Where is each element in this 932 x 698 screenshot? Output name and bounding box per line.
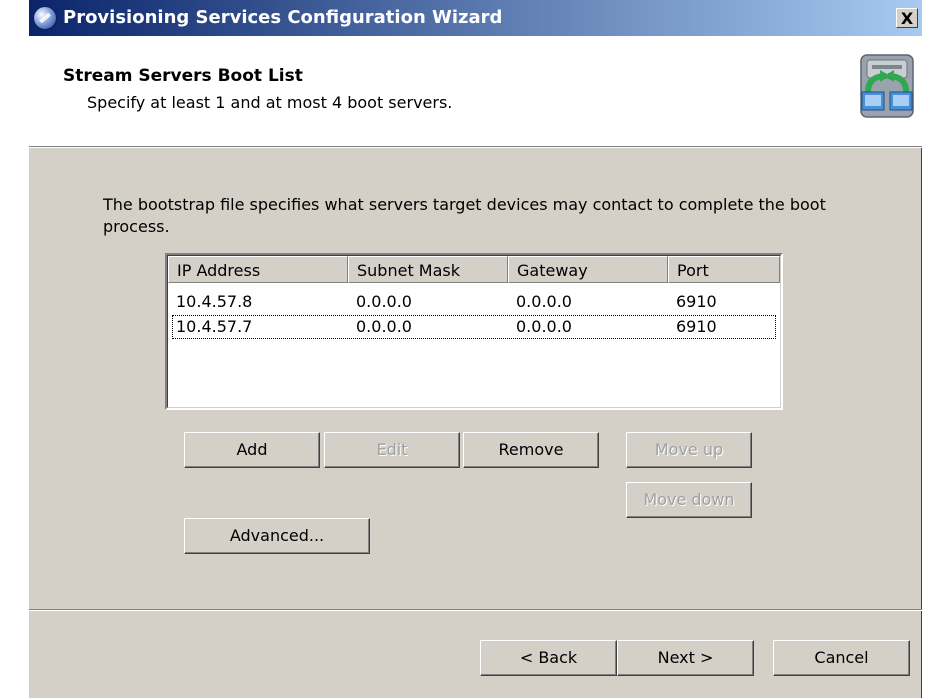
cell-port: 6910 (676, 317, 717, 336)
wizard-header: Stream Servers Boot List Specify at leas… (29, 36, 922, 147)
column-header-subnet-mask[interactable]: Subnet Mask (348, 256, 508, 283)
advanced-button[interactable]: Advanced... (184, 518, 370, 554)
page-title: Stream Servers Boot List (63, 66, 303, 86)
cell-port: 6910 (676, 292, 717, 311)
cell-subnet-mask: 0.0.0.0 (356, 292, 412, 311)
table-row[interactable]: 10.4.57.7 0.0.0.0 0.0.0.0 6910 (172, 315, 776, 339)
page-subtitle: Specify at least 1 and at most 4 boot se… (87, 93, 453, 112)
boot-servers-list[interactable]: IP Address Subnet Mask Gateway Port 10.4… (165, 253, 783, 410)
table-row[interactable]: 10.4.57.8 0.0.0.0 0.0.0.0 6910 (172, 290, 776, 314)
cell-gateway: 0.0.0.0 (516, 317, 572, 336)
cell-gateway: 0.0.0.0 (516, 292, 572, 311)
cell-ip-address: 10.4.57.7 (176, 317, 253, 336)
wizard-window: Provisioning Services Configuration Wiza… (28, 0, 922, 698)
edit-button[interactable]: Edit (324, 432, 460, 468)
title-bar[interactable]: Provisioning Services Configuration Wiza… (29, 0, 922, 36)
app-icon (33, 6, 57, 30)
next-button[interactable]: Next > (617, 640, 754, 676)
close-button[interactable]: X (896, 8, 918, 28)
move-up-button[interactable]: Move up (626, 432, 752, 468)
column-header-ip-address[interactable]: IP Address (168, 256, 348, 283)
list-header: IP Address Subnet Mask Gateway Port (168, 256, 780, 284)
cancel-button[interactable]: Cancel (773, 640, 910, 676)
header-separator (29, 147, 922, 148)
back-button[interactable]: < Back (480, 640, 617, 676)
column-header-port[interactable]: Port (668, 256, 780, 283)
remove-button[interactable]: Remove (463, 432, 599, 468)
move-down-button[interactable]: Move down (626, 482, 752, 518)
column-header-gateway[interactable]: Gateway (508, 256, 668, 283)
window-title: Provisioning Services Configuration Wiza… (63, 7, 503, 28)
cell-ip-address: 10.4.57.8 (176, 292, 253, 311)
intro-text: The bootstrap file specifies what server… (103, 195, 826, 236)
footer-separator (29, 609, 922, 611)
cell-subnet-mask: 0.0.0.0 (356, 317, 412, 336)
network-servers-icon (860, 54, 914, 118)
add-button[interactable]: Add (184, 432, 320, 468)
